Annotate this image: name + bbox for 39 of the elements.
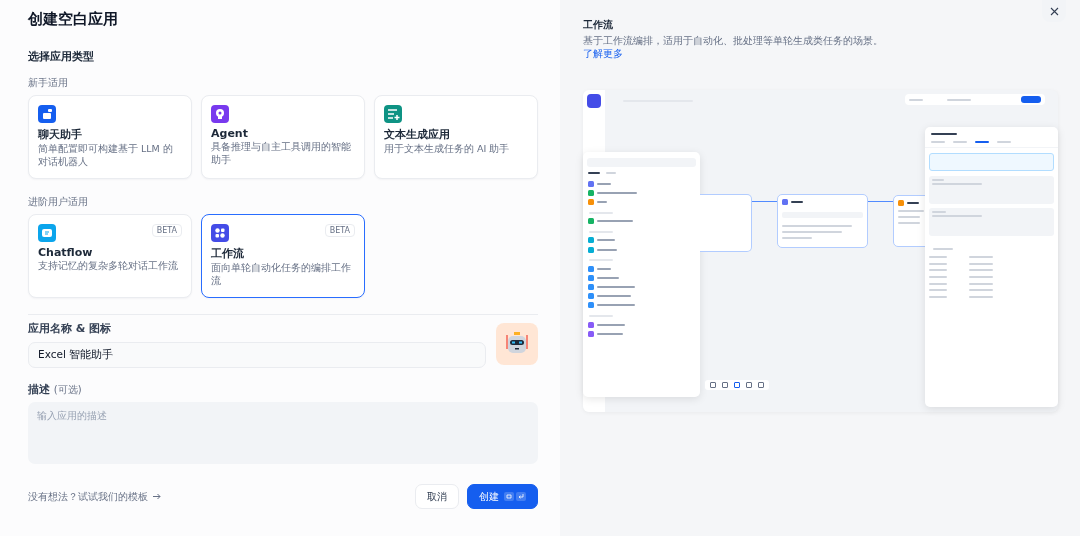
app-type-description: 具备推理与自主工具调用的智能助手 <box>211 140 352 166</box>
app-icon-picker[interactable] <box>496 323 538 365</box>
app-type-card[interactable]: Agent 具备推理与自主工具调用的智能助手 <box>201 95 365 179</box>
create-button[interactable]: 创建 <box>467 484 538 509</box>
app-type-card[interactable]: 文本生成应用 用于文本生成任务的 AI 助手 <box>374 95 538 179</box>
app-type-description: 面向单轮自动化任务的编排工作流 <box>211 261 352 287</box>
beta-tag: BETA <box>151 224 182 237</box>
app-type-description: 简单配置即可构建基于 LLM 的对话机器人 <box>38 142 174 168</box>
chat-app-icon <box>38 105 56 123</box>
app-name-field[interactable]: Excel 智能助手 <box>28 342 486 368</box>
beta-tag: BETA <box>324 224 355 237</box>
field-label: 应用名称 & 图标 <box>28 321 113 336</box>
app-type-description: 用于文本生成任务的 AI 助手 <box>384 142 511 155</box>
dialog-title: 创建空白应用 <box>28 10 119 29</box>
workflow-app-icon <box>211 224 229 242</box>
close-icon <box>1049 6 1059 16</box>
app-type-name: Agent <box>211 127 249 140</box>
app-type-name: 聊天助手 <box>38 127 83 142</box>
app-type-name: 文本生成应用 <box>384 127 451 142</box>
agent-app-icon <box>211 105 229 123</box>
app-type-card[interactable]: BETA Chatflow 支持记忆的复杂多轮对话工作流 <box>28 214 192 298</box>
arrow-icon <box>153 493 161 500</box>
app-type-name: Chatflow <box>38 246 94 259</box>
template-link[interactable]: 没有想法？试试我们的模板 <box>28 489 161 504</box>
group-label: 进阶用户适用 <box>28 195 89 209</box>
learn-more-link[interactable]: 了解更多 <box>583 48 623 59</box>
app-type-card[interactable]: 聊天助手 简单配置即可构建基于 LLM 的对话机器人 <box>28 95 192 179</box>
chatflow-app-icon <box>38 224 56 242</box>
app-type-card[interactable]: BETA 工作流 面向单轮自动化任务的编排工作流 <box>201 214 365 298</box>
preview-description: 基于工作流编排，适用于自动化、批处理等单轮生成类任务的场景。 了解更多 <box>583 34 883 60</box>
text-app-icon <box>384 105 402 123</box>
app-type-name: 工作流 <box>211 246 245 261</box>
section-heading: 选择应用类型 <box>28 49 95 64</box>
cancel-button[interactable]: 取消 <box>415 484 459 509</box>
app-type-description: 支持记忆的复杂多轮对话工作流 <box>38 259 179 272</box>
preview-title: 工作流 <box>583 18 614 32</box>
shortcut-icon <box>504 492 526 501</box>
group-label: 新手适用 <box>28 76 69 90</box>
field-label: 描述 (可选) <box>28 382 83 397</box>
